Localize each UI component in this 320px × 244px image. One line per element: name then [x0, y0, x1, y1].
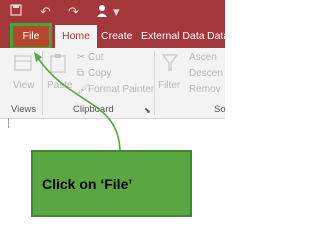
callout-text: Click on ‘File’	[42, 176, 133, 192]
instruction-callout: Click on ‘File’	[31, 150, 192, 217]
